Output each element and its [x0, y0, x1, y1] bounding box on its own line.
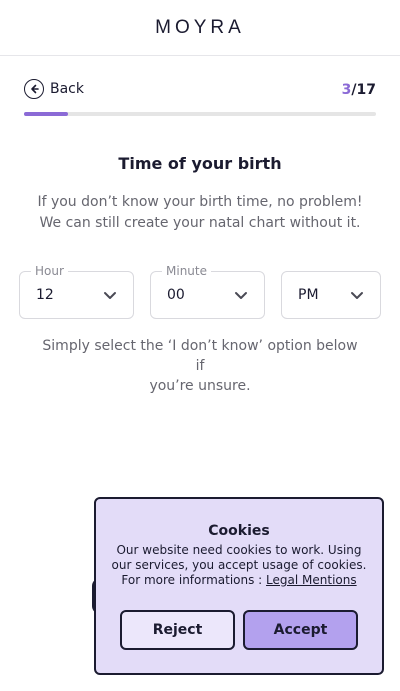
cookie-line-1: Our website need cookies to work. Using [116, 543, 362, 557]
minute-label: Minute [162, 263, 211, 279]
hour-value: 12 [36, 287, 54, 303]
legal-mentions-link[interactable]: Legal Mentions [266, 573, 357, 587]
unsure-hint: Simply select the ‘I don’t know’ option … [40, 336, 360, 396]
subtitle-line-2: We can still create your natal chart wit… [39, 215, 361, 231]
chevron-down-icon [235, 292, 247, 299]
app-header: MOYRA [0, 0, 400, 56]
hour-select[interactable]: Hour 12 [19, 263, 134, 319]
page-subtitle: If you don’t know your birth time, no pr… [30, 192, 370, 234]
moyra-logo[interactable]: MOYRA [155, 17, 245, 39]
step-counter: 3/17 [342, 82, 376, 98]
period-select[interactable]: PM [281, 271, 381, 319]
minute-select[interactable]: Minute 00 [150, 263, 265, 319]
hint-line-2: you’re unsure. [149, 378, 251, 394]
hint-line-1: Simply select the ‘I don’t know’ option … [42, 338, 358, 374]
cookie-line-2: our services, you accept usage of cookie… [111, 558, 367, 572]
reject-button[interactable]: Reject [120, 610, 235, 650]
subtitle-line-1: If you don’t know your birth time, no pr… [37, 194, 363, 210]
progress-fill [24, 112, 68, 116]
hour-label: Hour [31, 263, 68, 279]
period-value: PM [298, 287, 319, 303]
accept-button[interactable]: Accept [243, 610, 358, 650]
page-title: Time of your birth [118, 154, 282, 173]
chevron-down-icon [351, 292, 363, 299]
back-button[interactable]: Back [24, 79, 84, 99]
cookie-line-3: For more informations : Legal Mentions [106, 573, 372, 588]
cookie-banner: Cookies Our website need cookies to work… [94, 497, 384, 675]
step-current: 3 [341, 82, 352, 98]
step-total: /17 [351, 82, 376, 98]
chevron-down-icon [104, 292, 116, 299]
minute-value: 00 [167, 287, 185, 303]
arrow-left-icon [24, 79, 44, 99]
back-label: Back [50, 81, 84, 97]
cookie-line-3-prefix: For more informations : [121, 573, 267, 587]
cookie-text: Our website need cookies to work. Using … [106, 543, 372, 588]
progress-bar [24, 112, 376, 116]
cookie-title: Cookies [208, 523, 270, 539]
